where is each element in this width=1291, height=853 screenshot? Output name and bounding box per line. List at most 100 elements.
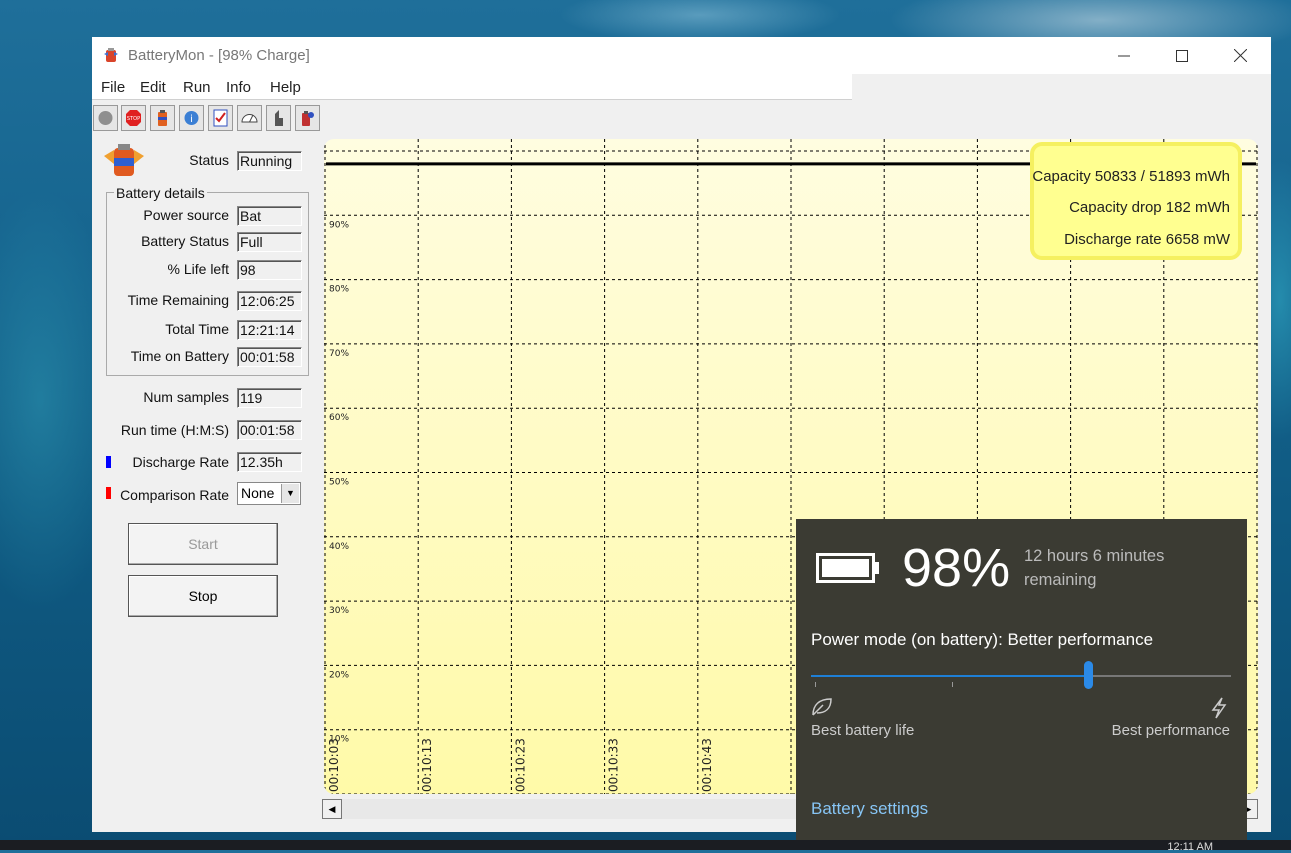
remaining-line-2: remaining (1024, 571, 1097, 589)
x-tick-label: 00:10:03 (327, 738, 341, 792)
y-tick-label: 70% (329, 349, 349, 359)
status-label: Status (189, 152, 229, 168)
y-tick-label: 60% (329, 413, 349, 423)
battery-icon (158, 110, 167, 126)
battery-flyout: 98% 12 hours 6 minutes remaining Power m… (796, 519, 1247, 840)
slider-thumb[interactable] (1084, 661, 1094, 689)
capacity-info-box: Capacity 50833 / 51893 mWh Capacity drop… (1030, 142, 1242, 260)
discharge-rate-label: Discharge Rate (132, 454, 230, 470)
battery-status-field: Full (237, 232, 302, 252)
capacity-text: Capacity 50833 / 51893 mWh (1032, 168, 1230, 185)
gauge-button[interactable] (237, 105, 262, 131)
menu-edit[interactable]: Edit (140, 79, 166, 96)
x-tick-label: 00:10:23 (513, 738, 527, 792)
record-icon (98, 111, 113, 125)
close-button[interactable] (1211, 37, 1269, 74)
slider-fill (811, 675, 1089, 677)
time-remaining-text: 12 hours 6 minutes remaining (1024, 544, 1164, 592)
menu-run[interactable]: Run (183, 79, 211, 96)
start-button[interactable]: Start (128, 523, 278, 565)
power-source-label: Power source (143, 207, 229, 223)
stop-button[interactable]: Stop (128, 575, 278, 617)
num-samples-field: 119 (237, 388, 302, 408)
comparison-rate-select[interactable]: None ▼ (237, 482, 301, 505)
life-left-label: % Life left (167, 261, 229, 277)
best-performance-label: Best performance (1111, 722, 1230, 739)
total-time-label: Total Time (165, 321, 229, 337)
menu-help[interactable]: Help (270, 79, 301, 96)
toolbar: STOP i (92, 105, 324, 133)
maximize-icon (1176, 49, 1188, 62)
power-source-field: Bat (237, 206, 302, 226)
maximize-button[interactable] (1153, 37, 1211, 74)
battery-details-title: Battery details (114, 185, 207, 201)
pointer-button[interactable] (266, 105, 291, 131)
y-tick-label: 90% (329, 220, 349, 230)
y-tick-label: 80% (329, 285, 349, 295)
battery-percent: 98% (902, 538, 1011, 598)
run-time-field: 00:01:58 (237, 420, 302, 440)
x-tick-label: 00:10:43 (700, 738, 714, 792)
y-tick-label: 20% (329, 670, 349, 680)
checklist-icon (213, 109, 228, 127)
discharge-rate-marker (106, 456, 111, 468)
taskbar: 12:11 AM (0, 840, 1291, 853)
power-mode-slider[interactable] (811, 661, 1231, 689)
power-mode-label: Power mode (on battery): Better performa… (811, 630, 1154, 649)
lightning-icon (1211, 697, 1227, 719)
time-on-battery-field: 00:01:58 (237, 347, 302, 367)
comparison-rate-label: Comparison Rate (120, 487, 229, 503)
comparison-rate-marker (106, 487, 111, 499)
menu-info[interactable]: Info (226, 79, 251, 96)
minimize-icon (1118, 55, 1130, 57)
time-remaining-field: 12:06:25 (237, 291, 302, 311)
num-samples-label: Num samples (143, 389, 229, 405)
battery-info-icon: i (184, 111, 199, 125)
menu-file[interactable]: File (101, 79, 125, 96)
y-tick-label: 50% (329, 478, 349, 488)
battery-settings-icon (302, 111, 314, 126)
battery-level-icon (816, 553, 879, 583)
x-tick-label: 00:10:13 (420, 738, 434, 792)
discharge-rate-field: 12.35h (237, 452, 302, 472)
y-tick-label: 40% (329, 542, 349, 552)
stop-button-toolbar[interactable]: STOP (121, 105, 146, 131)
time-on-battery-label: Time on Battery (130, 348, 229, 364)
life-left-field: 98 (237, 260, 302, 280)
batterymon-logo-icon (104, 144, 144, 176)
comparison-rate-value: None (241, 485, 275, 501)
window-title: BatteryMon - [98% Charge] (128, 47, 310, 64)
minimize-button[interactable] (1095, 37, 1153, 74)
best-battery-label: Best battery life (811, 722, 915, 739)
battery-info-button[interactable]: i (179, 105, 204, 131)
total-time-field: 12:21:14 (237, 320, 302, 340)
app-icon (104, 48, 118, 62)
title-bar[interactable]: BatteryMon - [98% Charge] (92, 37, 1271, 74)
capacity-drop-text: Capacity drop 182 mWh (1069, 199, 1230, 216)
pointer-icon (275, 110, 283, 126)
battery-button[interactable] (150, 105, 175, 131)
slider-tick (815, 682, 816, 687)
taskbar-clock[interactable]: 12:11 AM (1167, 842, 1213, 853)
status-field: Running (237, 151, 302, 171)
checklist-button[interactable] (208, 105, 233, 131)
battery-settings-link[interactable]: Battery settings (811, 799, 928, 819)
svg-text:i: i (190, 114, 193, 125)
stop-sign-icon: STOP (126, 110, 141, 126)
battery-settings-button[interactable] (295, 105, 320, 131)
svg-text:STOP: STOP (127, 116, 140, 122)
menu-bar: File Edit Run Info Help (92, 74, 852, 100)
scroll-left-button[interactable]: ◀ (322, 799, 342, 819)
remaining-line-1: 12 hours 6 minutes (1024, 547, 1165, 565)
close-icon (1233, 48, 1247, 63)
battery-status-label: Battery Status (141, 233, 229, 249)
dropdown-arrow-icon[interactable]: ▼ (281, 484, 299, 503)
slider-tick (952, 682, 953, 687)
x-tick-label: 00:10:33 (607, 738, 621, 792)
record-button[interactable] (93, 105, 118, 131)
discharge-rate-text: Discharge rate 6658 mW (1064, 231, 1230, 248)
gauge-icon (241, 114, 258, 123)
leaf-icon (812, 698, 832, 716)
time-remaining-label: Time Remaining (127, 292, 229, 308)
run-time-label: Run time (H:M:S) (120, 422, 229, 438)
